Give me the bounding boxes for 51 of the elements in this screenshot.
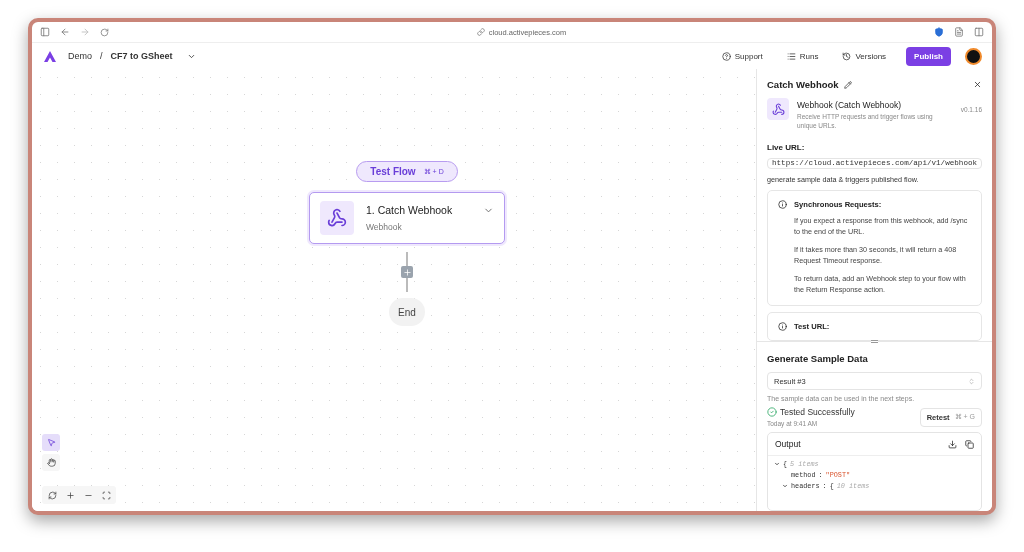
- avatar[interactable]: [965, 47, 982, 65]
- section-title: Generate Sample Data: [767, 353, 869, 364]
- sidebar-icon[interactable]: [40, 27, 50, 37]
- piece-name: Webhook (Catch Webhook): [797, 100, 903, 110]
- caret-down-icon[interactable]: [782, 483, 788, 489]
- plus-icon: [402, 267, 412, 277]
- versions-icon: [842, 51, 852, 61]
- panel-title: Catch Webhook: [767, 79, 839, 90]
- end-node: End: [389, 298, 425, 326]
- cursor-icon: [46, 438, 56, 447]
- copy-icon[interactable]: [965, 439, 974, 449]
- info-icon: [778, 322, 787, 331]
- plus-icon: [65, 490, 75, 500]
- download-icon[interactable]: [948, 439, 957, 449]
- webhook-icon: [327, 208, 347, 228]
- shield-icon[interactable]: [934, 27, 944, 37]
- add-step-button[interactable]: [401, 266, 413, 278]
- resize-handle[interactable]: [871, 340, 878, 343]
- close-icon[interactable]: [973, 80, 982, 89]
- runs-icon: [786, 51, 796, 61]
- live-url-label: Live URL:: [767, 142, 806, 152]
- logo-icon[interactable]: [44, 50, 56, 62]
- flow-name[interactable]: CF7 to GSheet: [110, 51, 173, 61]
- document-icon[interactable]: [954, 27, 964, 37]
- versions-button[interactable]: Versions: [834, 48, 895, 64]
- select-tool-button[interactable]: [42, 434, 60, 451]
- check-circle-icon: [767, 407, 777, 417]
- refresh-icon: [47, 490, 57, 500]
- runs-button[interactable]: Runs: [778, 48, 827, 64]
- test-status: Tested Successfully: [780, 407, 855, 417]
- webhook-icon: [771, 102, 785, 116]
- reload-icon[interactable]: [100, 27, 109, 37]
- hand-tool-button[interactable]: [42, 454, 60, 471]
- breadcrumb-separator: /: [100, 51, 103, 61]
- chevrons-icon: [968, 377, 975, 385]
- caret-down-icon[interactable]: [774, 461, 780, 467]
- pencil-icon[interactable]: [843, 80, 852, 89]
- split-view-icon[interactable]: [974, 27, 984, 37]
- step-title: 1. Catch Webhook: [366, 204, 454, 216]
- step-subtitle: Webhook: [366, 222, 403, 232]
- info-icon: [778, 199, 787, 209]
- hand-icon: [46, 458, 56, 467]
- step-card[interactable]: 1. Catch Webhook Webhook: [309, 192, 505, 244]
- output-title: Output: [775, 439, 801, 449]
- project-name[interactable]: Demo: [68, 51, 92, 61]
- publish-button[interactable]: Publish: [906, 46, 951, 66]
- fit-view-icon: [101, 490, 111, 500]
- support-icon: [721, 51, 731, 61]
- support-button[interactable]: Support: [713, 48, 771, 64]
- back-icon[interactable]: [60, 27, 70, 37]
- link-icon: [476, 28, 485, 36]
